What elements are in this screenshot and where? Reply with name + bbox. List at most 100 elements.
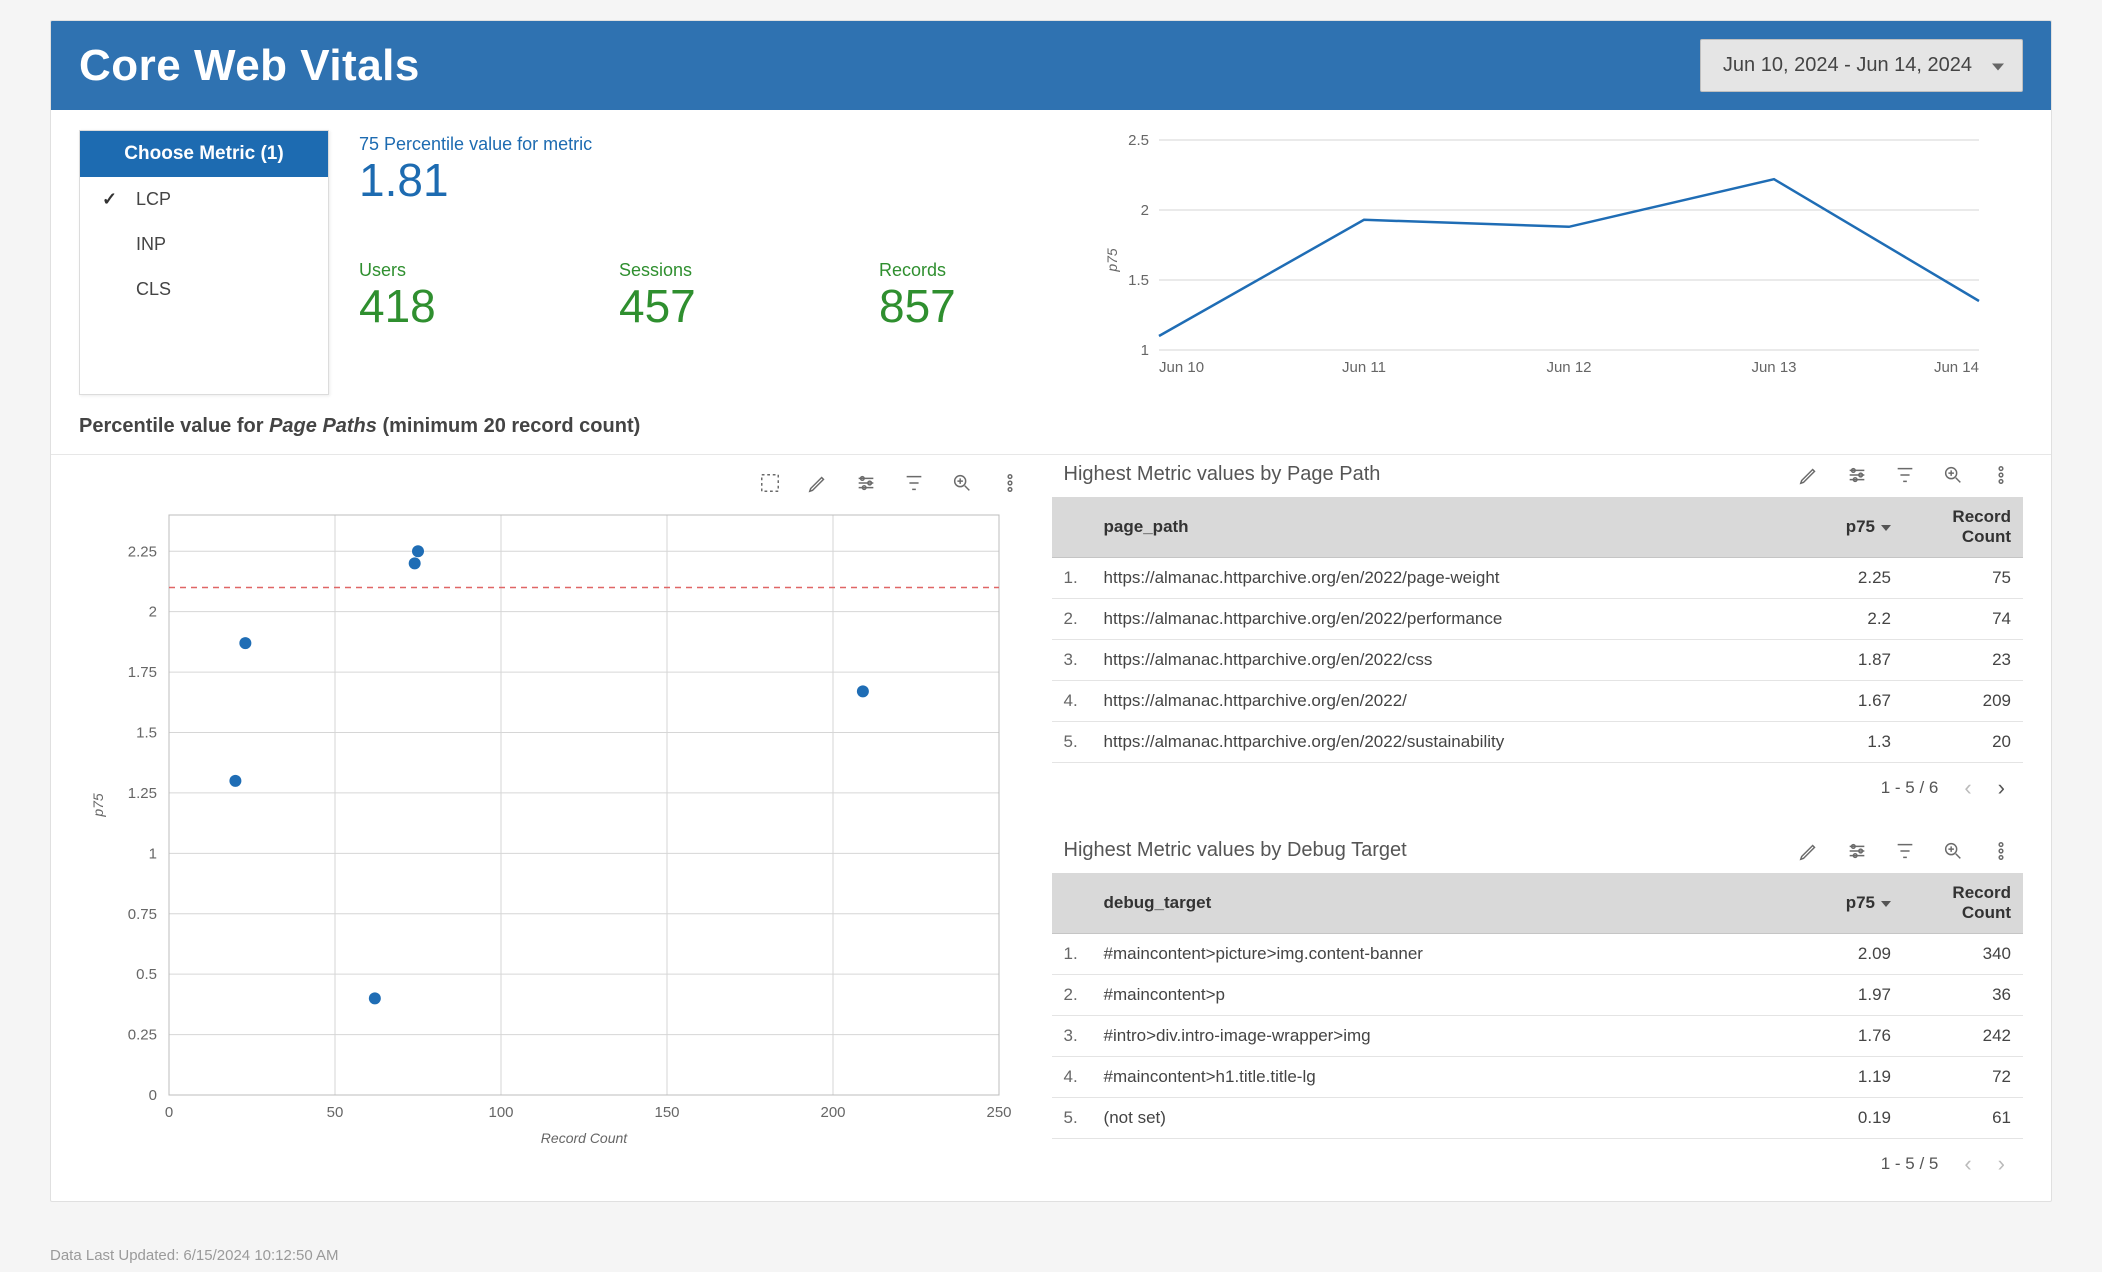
- svg-text:250: 250: [986, 1104, 1011, 1121]
- zoom-icon[interactable]: [950, 471, 974, 495]
- p75-line-chart[interactable]: 11.522.5Jun 10Jun 11Jun 12Jun 13Jun 14p7…: [1099, 130, 1999, 390]
- table-row[interactable]: 4.https://almanac.httparchive.org/en/202…: [1052, 681, 2023, 722]
- date-range-label: Jun 10, 2024 - Jun 14, 2024: [1723, 54, 1972, 76]
- table2-toolbar: [1797, 835, 2023, 873]
- svg-text:Jun 11: Jun 11: [1342, 359, 1386, 376]
- table2-pager: 1 - 5 / 5 ‹ ›: [1052, 1139, 2023, 1181]
- metric-option-label: LCP: [136, 189, 171, 210]
- svg-text:1.5: 1.5: [1128, 272, 1149, 289]
- metric-select-panel: Choose Metric (1) LCP INP CLS: [79, 130, 329, 395]
- pager-next[interactable]: ›: [1998, 775, 2005, 801]
- pager-range: 1 - 5 / 5: [1881, 1154, 1939, 1174]
- svg-text:150: 150: [654, 1104, 679, 1121]
- metric-option-cls[interactable]: CLS: [80, 267, 328, 312]
- svg-text:0: 0: [149, 1087, 157, 1104]
- scatter-toolbar: [79, 467, 1032, 505]
- svg-text:0.25: 0.25: [128, 1027, 157, 1044]
- col-record-count[interactable]: Record Count: [1903, 497, 2023, 558]
- svg-text:Record Count: Record Count: [541, 1130, 628, 1146]
- p75-label: 75 Percentile value for metric: [359, 134, 1039, 155]
- col-p75[interactable]: p75: [1789, 497, 1903, 558]
- filter-icon[interactable]: [902, 471, 926, 495]
- sliders-icon[interactable]: [1845, 839, 1869, 863]
- sliders-icon[interactable]: [854, 471, 878, 495]
- records-label: Records: [879, 260, 1039, 281]
- col-page-path[interactable]: page_path: [1092, 497, 1790, 558]
- table-row[interactable]: 2.#maincontent>p1.9736: [1052, 975, 2023, 1016]
- sliders-icon[interactable]: [1845, 463, 1869, 487]
- pager-prev[interactable]: ‹: [1964, 1151, 1971, 1177]
- svg-text:1: 1: [1141, 342, 1149, 359]
- metric-select-header: Choose Metric (1): [80, 131, 328, 177]
- more-icon[interactable]: [1989, 463, 2013, 487]
- zoom-icon[interactable]: [1941, 839, 1965, 863]
- svg-text:0: 0: [165, 1104, 173, 1121]
- data-last-updated: Data Last Updated: 6/15/2024 10:12:50 AM: [50, 1247, 339, 1264]
- table1-pager: 1 - 5 / 6 ‹ ›: [1052, 763, 2023, 805]
- svg-text:p75: p75: [90, 793, 106, 818]
- pencil-icon[interactable]: [806, 471, 830, 495]
- table-row[interactable]: 5.(not set)0.1961: [1052, 1098, 2023, 1139]
- table-title: Highest Metric values by Page Path: [1052, 461, 1381, 496]
- pager-next[interactable]: ›: [1998, 1151, 2005, 1177]
- sessions-label: Sessions: [619, 260, 779, 281]
- scatter-chart[interactable]: 00.250.50.7511.251.51.7522.2505010015020…: [79, 505, 1019, 1155]
- metric-option-inp[interactable]: INP: [80, 222, 328, 267]
- table-row[interactable]: 4.#maincontent>h1.title.title-lg1.1972: [1052, 1057, 2023, 1098]
- table-header-row: page_path p75 Record Count: [1052, 497, 2023, 558]
- filter-icon[interactable]: [1893, 839, 1917, 863]
- check-icon: [102, 189, 122, 210]
- p75-value: 1.81: [359, 155, 1039, 206]
- col-record-count[interactable]: Record Count: [1903, 873, 2023, 934]
- svg-text:1: 1: [149, 845, 157, 862]
- col-p75[interactable]: p75: [1767, 873, 1903, 934]
- metric-option-label: INP: [136, 234, 166, 255]
- table1-toolbar: [1797, 459, 2023, 497]
- svg-text:1.5: 1.5: [136, 725, 157, 742]
- users-value: 418: [359, 281, 519, 332]
- records-value: 857: [879, 281, 1039, 332]
- table-row[interactable]: 1.#maincontent>picture>img.content-banne…: [1052, 934, 2023, 975]
- metric-option-lcp[interactable]: LCP: [80, 177, 328, 222]
- page-path-table: Highest Metric values by Page Path: [1052, 459, 2023, 805]
- svg-text:0.75: 0.75: [128, 906, 157, 923]
- users-label: Users: [359, 260, 519, 281]
- svg-text:2.25: 2.25: [128, 543, 157, 560]
- page-title: Core Web Vitals: [79, 41, 420, 91]
- more-icon[interactable]: [1989, 839, 2013, 863]
- table-header-row: debug_target p75 Record Count: [1052, 873, 2023, 934]
- col-debug-target[interactable]: debug_target: [1092, 873, 1767, 934]
- section-title: Percentile value for Page Paths (minimum…: [51, 405, 2051, 446]
- table-title: Highest Metric values by Debug Target: [1052, 837, 1407, 872]
- svg-text:Jun 12: Jun 12: [1546, 359, 1591, 376]
- table-row[interactable]: 3.https://almanac.httparchive.org/en/202…: [1052, 640, 2023, 681]
- svg-text:100: 100: [488, 1104, 513, 1121]
- svg-text:Jun 13: Jun 13: [1751, 359, 1796, 376]
- svg-text:p75: p75: [1104, 248, 1120, 273]
- sessions-value: 457: [619, 281, 779, 332]
- filter-icon[interactable]: [1893, 463, 1917, 487]
- svg-text:2.5: 2.5: [1128, 132, 1149, 149]
- pager-prev[interactable]: ‹: [1964, 775, 1971, 801]
- table-row[interactable]: 1.https://almanac.httparchive.org/en/202…: [1052, 558, 2023, 599]
- more-icon[interactable]: [998, 471, 1022, 495]
- svg-text:Jun 10: Jun 10: [1159, 359, 1204, 376]
- zoom-icon[interactable]: [1941, 463, 1965, 487]
- date-range-picker[interactable]: Jun 10, 2024 - Jun 14, 2024: [1700, 39, 2023, 92]
- svg-text:2: 2: [1141, 202, 1149, 219]
- svg-text:200: 200: [820, 1104, 845, 1121]
- table-row[interactable]: 2.https://almanac.httparchive.org/en/202…: [1052, 599, 2023, 640]
- svg-text:50: 50: [327, 1104, 344, 1121]
- pencil-icon[interactable]: [1797, 463, 1821, 487]
- svg-text:0.5: 0.5: [136, 966, 157, 983]
- metric-option-label: CLS: [136, 279, 171, 300]
- svg-text:2: 2: [149, 604, 157, 621]
- table-row[interactable]: 5.https://almanac.httparchive.org/en/202…: [1052, 722, 2023, 763]
- debug-target-table: Highest Metric values by Debug Target: [1052, 835, 2023, 1181]
- select-rect-icon[interactable]: [758, 471, 782, 495]
- table-row[interactable]: 3.#intro>div.intro-image-wrapper>img1.76…: [1052, 1016, 2023, 1057]
- report-header: Core Web Vitals Jun 10, 2024 - Jun 14, 2…: [51, 21, 2051, 110]
- pager-range: 1 - 5 / 6: [1881, 778, 1939, 798]
- pencil-icon[interactable]: [1797, 839, 1821, 863]
- svg-text:1.25: 1.25: [128, 785, 157, 802]
